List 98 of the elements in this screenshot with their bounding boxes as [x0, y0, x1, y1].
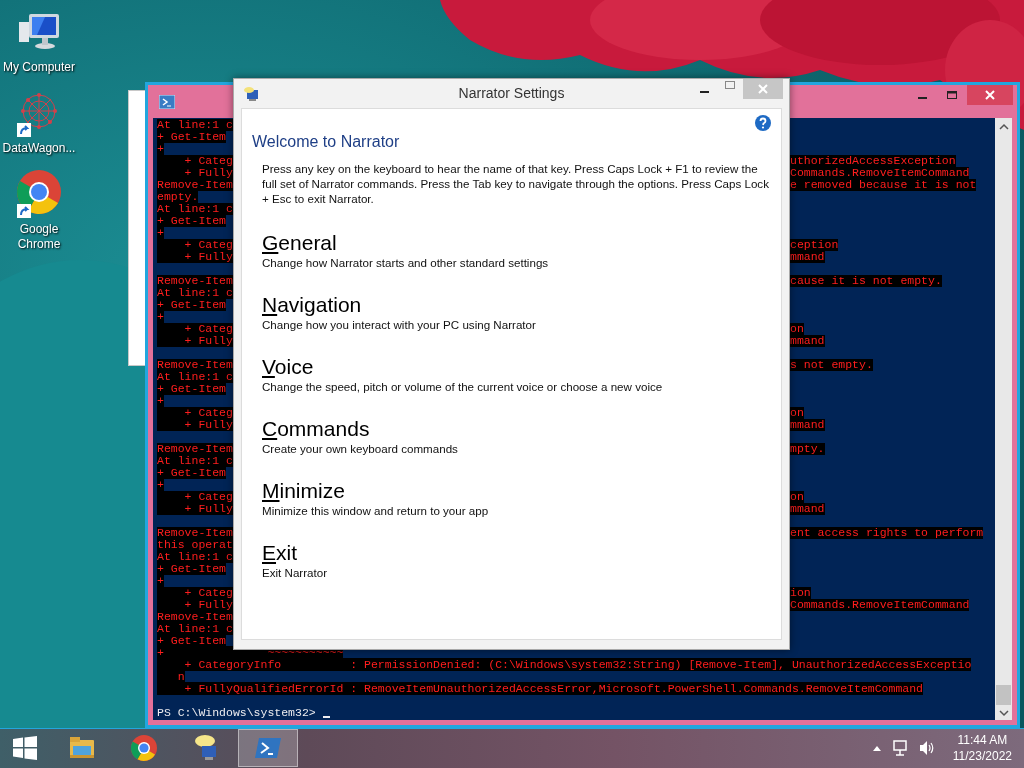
- console-text: cause it is not empty.: [790, 275, 942, 287]
- console-text: + Fully: [157, 599, 233, 611]
- clock-date[interactable]: 11/23/2022: [952, 748, 1012, 764]
- close-icon: [985, 90, 995, 100]
- console-text: e removed because it is not: [790, 179, 977, 191]
- console-text: + Get-Item: [157, 563, 226, 575]
- show-hidden-icons-icon[interactable]: [872, 745, 881, 751]
- option-description: Change how Narrator starts and other standard settings: [262, 255, 549, 270]
- console-text: + Fully: [157, 167, 233, 179]
- volume-icon[interactable]: [918, 740, 935, 756]
- scroll-down-icon[interactable]: [998, 709, 1009, 717]
- console-text: At line:1 c: [157, 455, 233, 467]
- help-icon[interactable]: [755, 115, 771, 131]
- console-text: on: [790, 407, 804, 419]
- console-text: Commands.RemoveItemCommand: [790, 167, 970, 179]
- console-text: mmand: [790, 251, 825, 263]
- text-cursor: [322, 716, 330, 718]
- option-description: Exit Narrator: [262, 565, 328, 580]
- option-link[interactable]: General: [262, 230, 337, 255]
- console-text: + Categ: [157, 155, 233, 167]
- network-icon[interactable]: [892, 740, 907, 756]
- console-text: ent access rights to perform: [790, 527, 984, 539]
- option-link[interactable]: Minimize: [262, 478, 345, 503]
- narrator-icon[interactable]: [244, 85, 260, 102]
- option-description: Minimize this window and return to your app: [262, 503, 489, 518]
- console-text: +: [157, 575, 164, 587]
- console-text: At line:1 c: [157, 119, 233, 131]
- console-text: + Get-Item: [157, 635, 226, 647]
- console-text: + Categ: [157, 407, 233, 419]
- console-text: mpty.: [790, 443, 825, 455]
- console-text: At line:1 c: [157, 287, 233, 299]
- console-text: +: [157, 227, 164, 239]
- console-prompt: PS C:\Windows\system32>: [157, 707, 316, 719]
- option-link[interactable]: Exit: [262, 540, 297, 565]
- option-description: Create your own keyboard commands: [262, 441, 458, 456]
- maximize-icon: [725, 81, 735, 89]
- console-text: mmand: [790, 335, 825, 347]
- console-text: mmand: [790, 503, 825, 515]
- console-text: empty.: [157, 191, 199, 203]
- console-text: At line:1 c: [157, 371, 233, 383]
- chrome-icon: [130, 734, 158, 762]
- console-text: At line:1 c: [157, 623, 233, 635]
- console-text: + Categ: [157, 323, 233, 335]
- console-text: + Fully: [157, 419, 233, 431]
- console-text: At line:1 c: [157, 203, 233, 215]
- console-text: + Categ: [157, 491, 233, 503]
- console-text: + Categ: [157, 587, 233, 599]
- console-text: +: [157, 311, 164, 323]
- close-button[interactable]: [967, 85, 1013, 105]
- close-icon: [758, 84, 768, 94]
- console-text: uthorizedAccessException: [790, 155, 956, 167]
- console-text: +: [157, 143, 164, 155]
- console-text: + Get-Item: [157, 131, 226, 143]
- console-text: ion: [790, 587, 811, 599]
- windows-logo-icon: [13, 736, 37, 760]
- console-text: mmand: [790, 419, 825, 431]
- console-text: + CategoryInfo : PermissionDenied: (C:\Windows\system32:String) [Remove-Item], UnauthorizedAccessExceptio: [157, 658, 972, 671]
- option-link[interactable]: Voice: [262, 354, 314, 379]
- console-text: s not empty.: [790, 359, 873, 371]
- option-description: Change how you interact with your PC using Narrator: [262, 317, 536, 332]
- console-text: + Get-Item: [157, 215, 226, 227]
- console-text: on: [790, 491, 804, 503]
- option-description: Change the speed, pitch or volume of the current voice or choose a new voice: [262, 379, 663, 394]
- console-text: + Fully: [157, 335, 233, 347]
- console-text: Remove-Item: [157, 443, 233, 455]
- scroll-thumb[interactable]: [996, 685, 1011, 705]
- console-text: ception: [790, 239, 839, 251]
- console-text: + Categ: [157, 239, 233, 251]
- option-link[interactable]: Commands: [262, 416, 370, 441]
- console-text: Remove-Item: [157, 179, 233, 191]
- console-text: Commands.RemoveItemCommand: [790, 599, 970, 611]
- desktop-icon-label[interactable]: My Computer: [1, 60, 77, 75]
- console-text: +: [157, 395, 164, 407]
- console-text: + Get-Item: [157, 467, 226, 479]
- console-text: + Get-Item: [157, 299, 226, 311]
- console-text: on: [790, 323, 804, 335]
- console-text: + Get-Item: [157, 383, 226, 395]
- maximize-icon: [947, 91, 957, 99]
- console-text: + Fully: [157, 503, 233, 515]
- instructions-text: Press any key on the keyboard to hear the name of that key. Press Caps Lock + F1 to review the full set of Narrator commands. Press the Tab key to navigate through the options. Press Caps Lock + Esc to exit Narrator.: [262, 161, 770, 206]
- console-text: Remove-Item: [157, 275, 233, 287]
- console-text: Remove-Item: [157, 359, 233, 371]
- scroll-up-icon[interactable]: [998, 123, 1009, 131]
- console-text: +: [157, 479, 164, 491]
- clock-time[interactable]: 11:44 AM: [957, 732, 1008, 748]
- welcome-heading: Welcome to Narrator: [252, 133, 401, 151]
- desktop-icon-label[interactable]: Google Chrome: [1, 222, 77, 252]
- window-title: Narrator Settings: [458, 85, 565, 101]
- console-text: At line:1 c: [157, 551, 233, 563]
- console-text: this operat: [157, 539, 233, 551]
- scrollbar[interactable]: [995, 118, 1012, 720]
- console-text: + FullyQualifiedErrorId : RemoveItemUnauthorizedAccessError,Microsoft.PowerShell.Commands.RemoveItemCommand: [157, 682, 924, 695]
- desktop-icon-label[interactable]: DataWagon...: [1, 141, 77, 156]
- console-text: + Fully: [157, 251, 233, 263]
- powershell-icon[interactable]: [159, 94, 175, 109]
- console-text: Remove-Item: [157, 527, 233, 539]
- console-text: Remove-Item: [157, 611, 233, 623]
- option-link[interactable]: Navigation: [262, 292, 362, 317]
